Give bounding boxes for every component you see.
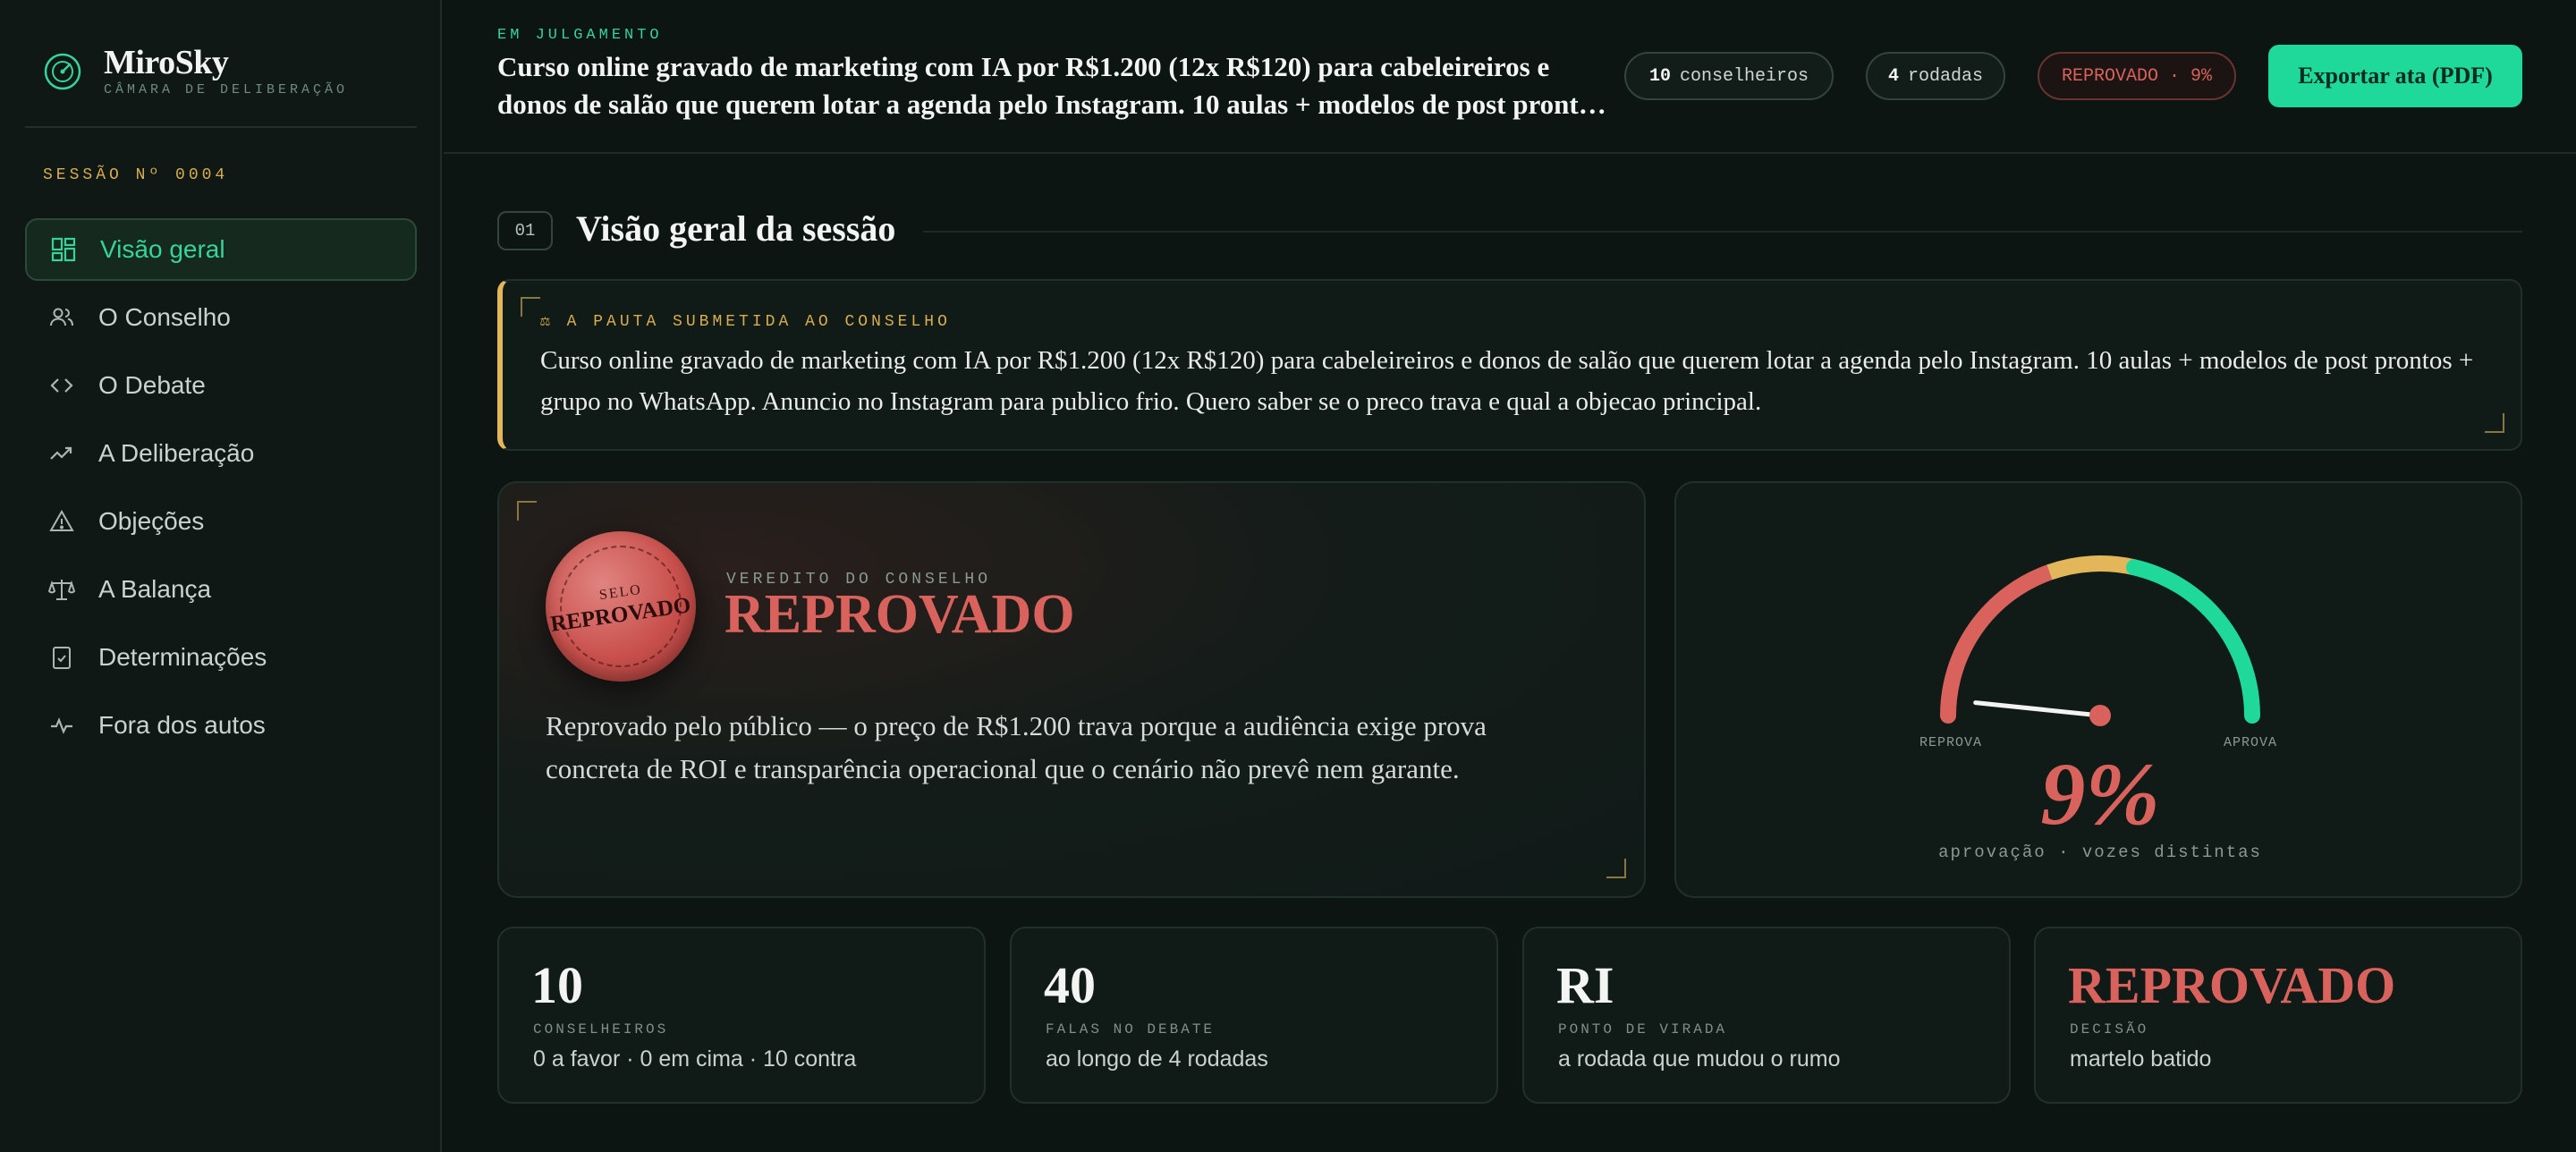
sidebar-item-determinacoes[interactable]: Determinações	[25, 626, 417, 689]
stat-label: PONTO DE VIRADA	[1558, 1021, 1728, 1038]
stat-card-turning-point: RI PONTO DE VIRADA a rodada que mudou o …	[1522, 927, 2011, 1104]
approval-gauge	[1940, 555, 2260, 726]
section-heading: 01 Visão geral da sessão	[497, 208, 2522, 254]
stat-value: REPROVADO	[2068, 956, 2396, 1014]
gauge-needle	[1973, 700, 2103, 718]
sidebar-item-label: A Balança	[98, 575, 212, 603]
rounds-label: rodadas	[1908, 65, 1984, 87]
sidebar-item-o-debate[interactable]: O Debate	[25, 354, 417, 417]
rounds-count: 4	[1887, 65, 1899, 87]
scale-icon	[48, 576, 75, 603]
sidebar-item-fora-dos-autos[interactable]: Fora dos autos	[25, 694, 417, 757]
sidebar-item-visao-geral[interactable]: Visão geral	[25, 218, 417, 281]
corner-ornament	[517, 501, 537, 521]
sidebar-item-label: O Conselho	[98, 303, 231, 331]
gauge-arc-yellow	[2046, 555, 2136, 580]
verdict-word: REPROVADO	[724, 584, 1075, 645]
rounds-pill: 4 rodadas	[1866, 52, 2005, 100]
sidebar-item-o-conselho[interactable]: O Conselho	[25, 286, 417, 349]
pulse-icon	[48, 712, 75, 739]
section-divider	[923, 231, 2522, 233]
export-pdf-button[interactable]: Exportar ata (PDF)	[2268, 45, 2522, 107]
stat-card-decision: REPROVADO DECISÃO martelo batido	[2034, 927, 2522, 1104]
sidebar-divider	[25, 126, 417, 128]
pauta-card: ⚖ A PAUTA SUBMETIDA AO CONSELHO Curso on…	[497, 279, 2522, 451]
sidebar: MiroSky CÂMARA DE DELIBERAÇÃO SESSÃO Nº …	[0, 0, 442, 1152]
stat-card-counselors: 10 CONSELHEIROS 0 a favor · 0 em cima · …	[497, 927, 986, 1104]
pauta-text: Curso online gravado de marketing com IA…	[540, 346, 2474, 416]
approval-value: 9%	[2040, 744, 2160, 843]
stat-description: martelo batido	[2070, 1046, 2212, 1072]
clipboard-check-icon	[48, 644, 75, 671]
brand[interactable]: MiroSky CÂMARA DE DELIBERAÇÃO	[43, 43, 419, 100]
counselors-pill: 10 conselheiros	[1624, 52, 1834, 100]
users-icon	[48, 304, 75, 331]
reprovado-seal: SELO REPROVADO	[546, 531, 696, 682]
stat-value: 10	[531, 956, 583, 1014]
corner-ornament	[1606, 859, 1626, 878]
sidebar-item-label: Visão geral	[100, 235, 225, 263]
stat-description: ao longo de 4 rodadas	[1046, 1046, 1268, 1072]
grid-icon	[50, 236, 77, 263]
status-badge: REPROVADO · 9%	[2038, 52, 2236, 100]
sidebar-item-label: Determinações	[98, 643, 267, 671]
trend-icon	[48, 440, 75, 467]
corner-ornament	[2485, 413, 2504, 433]
section-title: Visão geral da sessão	[576, 208, 896, 249]
approval-subtitle: aprovação · vozes distintas	[1938, 843, 2262, 862]
sidebar-item-a-balanca[interactable]: A Balança	[25, 558, 417, 621]
gauge-icon	[44, 53, 81, 90]
stat-label: DECISÃO	[2070, 1021, 2149, 1038]
sidebar-item-label: O Debate	[98, 371, 206, 399]
code-icon	[48, 372, 75, 399]
stat-value: RI	[1556, 956, 1614, 1014]
stat-card-debate: 40 FALAS NO DEBATE ao longo de 4 rodadas	[1010, 927, 1498, 1104]
session-label: SESSÃO Nº 0004	[43, 166, 229, 184]
sidebar-item-label: Objeções	[98, 507, 205, 535]
brand-subtitle: CÂMARA DE DELIBERAÇÃO	[104, 82, 349, 97]
sidebar-item-a-deliberacao[interactable]: A Deliberação	[25, 422, 417, 485]
sidebar-nav: Visão geral O Conselho O Debate A Delibe…	[25, 218, 417, 762]
gauge-arc-green	[2126, 559, 2260, 724]
gauge-arc-red	[1940, 563, 2058, 724]
sidebar-item-objecoes[interactable]: Objeções	[25, 490, 417, 553]
topbar: EM JULGAMENTO Curso online gravado de ma…	[444, 0, 2576, 154]
sidebar-item-label: Fora dos autos	[98, 711, 266, 739]
stat-description: 0 a favor · 0 em cima · 10 contra	[533, 1046, 857, 1072]
stat-label: CONSELHEIROS	[533, 1021, 669, 1038]
sidebar-item-label: A Deliberação	[98, 439, 255, 467]
warning-icon	[48, 508, 75, 535]
corner-ornament	[521, 297, 540, 317]
stat-description: a rodada que mudou o rumo	[1558, 1046, 1841, 1072]
pauta-tag: ⚖ A PAUTA SUBMETIDA AO CONSELHO	[540, 313, 951, 331]
approval-gauge-card: REPROVA APROVA 9% aprovação · vozes dist…	[1674, 481, 2522, 898]
gauge-pivot	[2089, 705, 2111, 726]
page-title: Curso online gravado de marketing com IA…	[497, 51, 1604, 120]
stat-value: 40	[1044, 956, 1096, 1014]
brand-name: MiroSky	[104, 44, 229, 81]
counselors-count: 10	[1648, 65, 1671, 87]
status-tag: EM JULGAMENTO	[497, 27, 663, 44]
counselors-label: conselheiros	[1679, 65, 1809, 87]
verdict-text: Reprovado pelo público — o preço de R$1.…	[546, 710, 1487, 784]
verdict-card: SELO REPROVADO VEREDITO DO CONSELHO REPR…	[497, 481, 1646, 898]
stat-label: FALAS NO DEBATE	[1046, 1021, 1216, 1038]
section-number: 01	[497, 211, 553, 250]
